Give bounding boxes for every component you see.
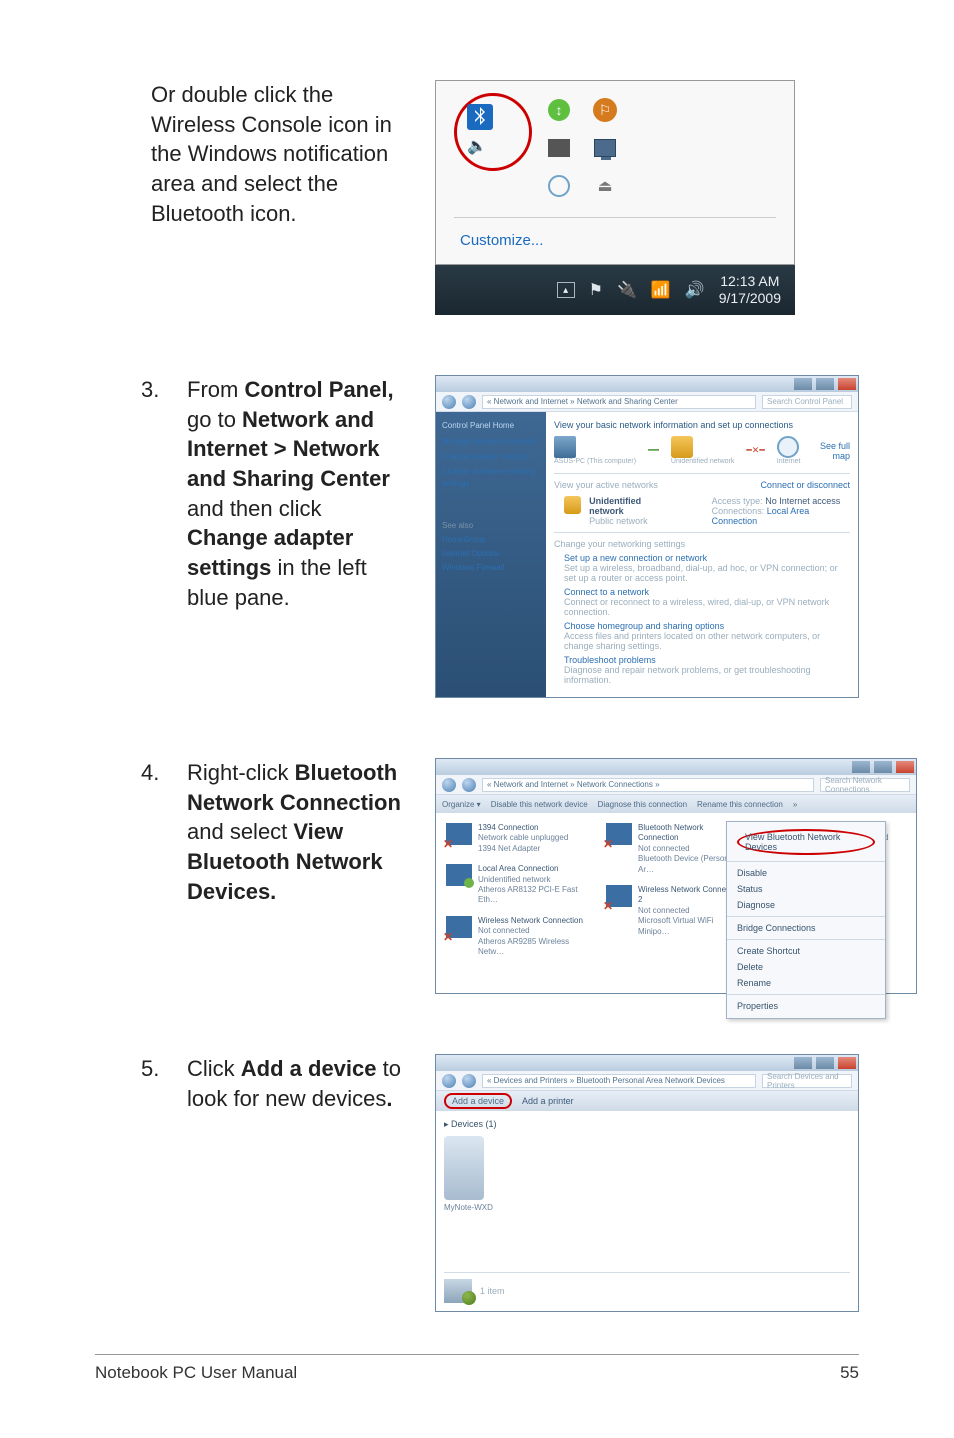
- disable-device-button[interactable]: Disable this network device: [491, 800, 588, 809]
- page-number: 55: [840, 1363, 859, 1383]
- step5-number: 5.: [141, 1054, 187, 1113]
- close-icon[interactable]: [838, 1057, 856, 1069]
- step4-number: 4.: [141, 758, 187, 906]
- sound-icon[interactable]: 🔊: [685, 280, 705, 300]
- manage-wireless-link[interactable]: Manage wireless networks: [442, 436, 540, 448]
- this-pc-icon: [554, 436, 576, 458]
- tray-screenshot: 🔈 ↕ ⚐ ⏏: [435, 80, 795, 315]
- adapter-icon[interactable]: [446, 864, 472, 886]
- back-button[interactable]: [442, 778, 456, 792]
- breadcrumb[interactable]: « Network and Internet » Network Connect…: [482, 778, 814, 792]
- main-heading: View your basic network information and …: [554, 420, 850, 430]
- close-icon[interactable]: [896, 761, 914, 773]
- wifi-toggle-icon[interactable]: ↕: [548, 99, 570, 121]
- network-sharing-center-window: « Network and Internet » Network and Sha…: [435, 375, 859, 698]
- network-node-icon: [671, 436, 693, 458]
- flag-icon[interactable]: ⚑: [589, 280, 603, 300]
- diagnose-button[interactable]: Diagnose this connection: [598, 800, 687, 809]
- adapter-icon[interactable]: [446, 823, 472, 845]
- active-network-icon: [564, 496, 581, 514]
- ctx-disable[interactable]: Disable: [727, 865, 885, 881]
- intro-text: Or double click the Wireless Console ico…: [151, 80, 405, 228]
- left-nav-pane: Control Panel Home Manage wireless netwo…: [436, 412, 546, 697]
- clock-date: 9/17/2009: [719, 290, 781, 307]
- add-a-printer-button[interactable]: Add a printer: [522, 1096, 574, 1106]
- taskbar: ▴ ⚑ 🔌 📶 🔊 12:13 AM 9/17/2009: [435, 265, 795, 315]
- adapter-icon[interactable]: [446, 916, 472, 938]
- ctx-bridge: Bridge Connections: [727, 920, 885, 936]
- connect-disconnect-link[interactable]: Connect or disconnect: [760, 480, 850, 490]
- view-bt-devices-item[interactable]: View Bluetooth Network Devices: [737, 829, 875, 855]
- action-center-icon[interactable]: ⚐: [593, 98, 617, 122]
- bluetooth-icon[interactable]: [467, 104, 493, 130]
- status-item-count: 1 item: [480, 1286, 505, 1296]
- customize-link[interactable]: Customize...: [460, 232, 543, 249]
- device-laptop-icon: [444, 1136, 484, 1200]
- add-a-device-button[interactable]: Add a device: [444, 1093, 512, 1109]
- connect-network-link[interactable]: Connect to a network: [564, 587, 850, 597]
- taskbar-clock[interactable]: 12:13 AM 9/17/2009: [719, 273, 781, 307]
- ctx-diagnose[interactable]: Diagnose: [727, 897, 885, 913]
- forward-button[interactable]: [462, 395, 476, 409]
- bluetooth-adapter-icon[interactable]: [606, 823, 632, 845]
- search-input[interactable]: Search Control Panel: [762, 395, 852, 409]
- monitor-icon[interactable]: [594, 139, 616, 157]
- status-pc-icon: [444, 1279, 472, 1303]
- display-icon[interactable]: [548, 139, 570, 157]
- internet-icon: [777, 436, 799, 458]
- ctx-rename[interactable]: Rename: [727, 975, 885, 991]
- network-icon[interactable]: 📶: [651, 280, 671, 300]
- adapter-icon[interactable]: [606, 885, 632, 907]
- ctx-status: Status: [727, 881, 885, 897]
- back-button[interactable]: [442, 1074, 456, 1088]
- breadcrumb[interactable]: « Network and Internet » Network and Sha…: [482, 395, 756, 409]
- search-input[interactable]: Search Devices and Printers: [762, 1074, 852, 1088]
- context-menu: View Bluetooth Network Devices Disable S…: [726, 821, 886, 1019]
- troubleshoot-link[interactable]: Troubleshoot problems: [564, 655, 850, 665]
- see-full-map-link[interactable]: See full map: [813, 441, 851, 461]
- ctx-delete: Delete: [727, 959, 885, 975]
- organize-menu[interactable]: Organize ▾: [442, 800, 481, 809]
- network-connections-window: « Network and Internet » Network Connect…: [435, 758, 917, 994]
- advanced-sharing-link[interactable]: Change advanced sharing settings: [442, 466, 540, 490]
- volume-icon[interactable]: 🔈: [467, 136, 487, 156]
- setup-connection-link[interactable]: Set up a new connection or network: [564, 553, 850, 563]
- power-icon[interactable]: 🔌: [617, 280, 637, 300]
- usb-eject-icon[interactable]: ⏏: [592, 173, 618, 199]
- change-adapter-settings-link[interactable]: Change adapter settings: [442, 451, 540, 463]
- step3-number: 3.: [141, 375, 187, 613]
- network-globe-icon[interactable]: [548, 175, 570, 197]
- bluetooth-highlight: 🔈: [454, 93, 532, 171]
- step3-text: From Control Panel, go to Network and In…: [187, 375, 405, 613]
- ctx-shortcut[interactable]: Create Shortcut: [727, 943, 885, 959]
- bluetooth-devices-window: « Devices and Printers » Bluetooth Perso…: [435, 1054, 859, 1312]
- device-item[interactable]: MyNote-WXD: [444, 1136, 494, 1212]
- ctx-properties[interactable]: Properties: [727, 998, 885, 1014]
- rename-button[interactable]: Rename this connection: [697, 800, 783, 809]
- clock-time: 12:13 AM: [719, 273, 781, 290]
- back-button[interactable]: [442, 395, 456, 409]
- forward-button[interactable]: [462, 778, 476, 792]
- forward-button[interactable]: [462, 1074, 476, 1088]
- toolbar-overflow[interactable]: »: [793, 800, 797, 809]
- footer-title: Notebook PC User Manual: [95, 1363, 297, 1383]
- close-icon[interactable]: [838, 378, 856, 390]
- breadcrumb[interactable]: « Devices and Printers » Bluetooth Perso…: [482, 1074, 756, 1088]
- step5-text: Click Add a device to look for new devic…: [187, 1054, 405, 1113]
- search-input[interactable]: Search Network Connections: [820, 778, 910, 792]
- homegroup-link[interactable]: Choose homegroup and sharing options: [564, 621, 850, 631]
- devices-category[interactable]: ▸ Devices (1): [444, 1119, 850, 1130]
- show-hidden-icons[interactable]: ▴: [557, 282, 575, 298]
- step4-text: Right-click Bluetooth Network Connection…: [187, 758, 405, 906]
